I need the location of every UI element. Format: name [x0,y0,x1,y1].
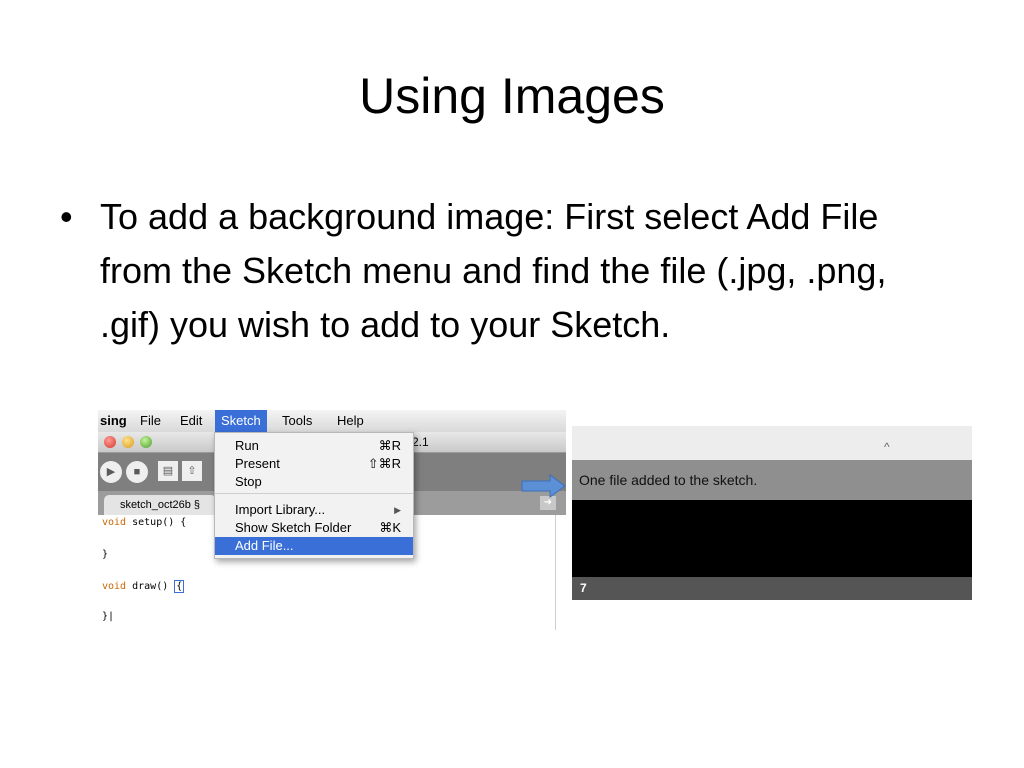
bullet-text: To add a background image: First select … [100,196,887,345]
code-line: void setup() { [102,517,187,528]
bullet-dot: • [60,196,73,237]
status-screenshot: ^ One file added to the sketch. 7 [572,426,972,600]
menu-sketch[interactable]: Sketch [215,410,267,432]
new-icon[interactable]: ▤ [158,461,178,481]
code-line: } [102,549,109,560]
text-cursor: { [174,580,185,593]
submenu-arrow-icon: ▶ [394,505,401,515]
window-version: 2.1 [412,435,429,449]
callout-arrow [521,474,566,498]
menu-item-show-sketch-folder[interactable]: Show Sketch Folder ⌘K [215,519,413,537]
console-area[interactable] [572,500,972,577]
menu-app[interactable]: sing [98,410,133,432]
editor-scrollbar[interactable] [555,515,566,630]
line-number-bar: 7 [572,577,972,600]
menu-tools[interactable]: Tools [276,410,318,432]
status-bar: One file added to the sketch. [572,460,972,500]
open-icon[interactable]: ⇧ [182,461,202,481]
menu-separator [215,493,413,494]
line-number: 7 [580,581,587,595]
stop-icon[interactable]: ■ [126,461,148,483]
slide-title: Using Images [359,68,665,124]
code-line: }| [102,611,115,622]
editor-bottom-edge: ^ [572,426,972,461]
menu-item-import-library[interactable]: Import Library... ▶ [215,501,413,519]
tab-arrow-icon[interactable]: ➜ [540,496,556,510]
menu-item-run[interactable]: Run ⌘R [215,437,413,455]
tab-sketch[interactable]: sketch_oct26b § [104,495,216,515]
code-line: void draw() { [102,580,185,593]
menu-help[interactable]: Help [331,410,370,432]
sketch-menu-dropdown: Run ⌘R Present ⇧⌘R Stop Import Library..… [214,432,414,559]
run-icon[interactable]: ▶ [100,461,122,483]
menu-bar: sing File Edit Sketch Tools Help [98,410,566,432]
menu-file[interactable]: File [134,410,167,432]
menu-item-add-file[interactable]: Add File... [215,537,413,555]
menu-edit[interactable]: Edit [174,410,208,432]
traffic-light-zoom[interactable] [140,436,152,448]
processing-ide-screenshot: sing File Edit Sketch Tools Help 2.1 ▶ ■… [98,410,566,630]
traffic-light-minimize[interactable] [122,436,134,448]
traffic-light-close[interactable] [104,436,116,448]
resize-handle-icon[interactable]: ^ [884,440,890,454]
status-message: One file added to the sketch. [579,472,758,488]
menu-item-stop[interactable]: Stop [215,473,413,491]
menu-item-present[interactable]: Present ⇧⌘R [215,455,413,473]
